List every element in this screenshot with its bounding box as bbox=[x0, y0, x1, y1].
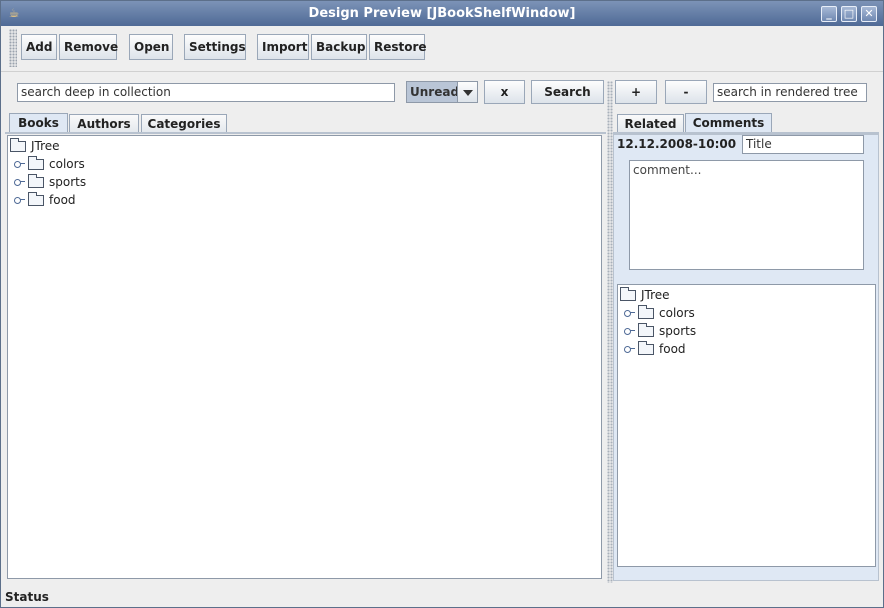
expand-handle-icon[interactable] bbox=[624, 344, 636, 354]
rendered-tree[interactable]: JTree colors sports food bbox=[617, 284, 876, 567]
tree-root[interactable]: JTree bbox=[10, 137, 60, 155]
collection-search-input[interactable]: search deep in collection bbox=[17, 83, 395, 102]
tab-underline bbox=[5, 132, 606, 134]
folder-icon bbox=[28, 173, 44, 188]
folder-icon bbox=[638, 340, 654, 355]
close-button[interactable]: ✕ bbox=[861, 6, 877, 22]
folder-icon bbox=[10, 137, 26, 152]
tree-node-label: food bbox=[659, 342, 686, 356]
remove-node-button[interactable]: - bbox=[665, 80, 707, 104]
title-field[interactable]: Title bbox=[742, 135, 864, 154]
folder-icon bbox=[638, 304, 654, 319]
app-window: ☕ Design Preview [JBookShelfWindow] _ □ … bbox=[0, 0, 884, 608]
tab-categories[interactable]: Categories bbox=[141, 114, 227, 134]
tab-related[interactable]: Related bbox=[617, 114, 684, 134]
tab-authors[interactable]: Authors bbox=[69, 114, 139, 134]
tab-books[interactable]: Books bbox=[9, 113, 68, 134]
status-bar: Status bbox=[5, 590, 49, 604]
tree-node-food[interactable]: food bbox=[624, 340, 686, 358]
tree-node-label: sports bbox=[659, 324, 697, 338]
folder-icon bbox=[28, 155, 44, 170]
title-bar[interactable]: ☕ Design Preview [JBookShelfWindow] _ □ … bbox=[1, 1, 883, 26]
tree-root-label: JTree bbox=[641, 288, 670, 302]
tree-node-sports[interactable]: sports bbox=[624, 322, 696, 340]
minimize-button[interactable]: _ bbox=[821, 6, 837, 22]
tree-root-label: JTree bbox=[31, 139, 60, 153]
maximize-button[interactable]: □ bbox=[841, 6, 857, 22]
restore-button[interactable]: Restore bbox=[369, 34, 427, 60]
tree-node-label: colors bbox=[659, 306, 695, 320]
tree-search-input[interactable]: search in rendered tree bbox=[713, 83, 867, 102]
tree-node-colors[interactable]: colors bbox=[624, 304, 695, 322]
folder-icon bbox=[638, 322, 654, 337]
chevron-down-icon[interactable] bbox=[457, 82, 477, 102]
expand-handle-icon[interactable] bbox=[14, 159, 26, 169]
expand-handle-icon[interactable] bbox=[14, 177, 26, 187]
folder-icon bbox=[28, 191, 44, 206]
folder-icon bbox=[620, 286, 636, 301]
tree-node-label: food bbox=[49, 193, 76, 207]
tree-node-food[interactable]: food bbox=[14, 191, 76, 209]
tree-node-label: sports bbox=[49, 175, 87, 189]
filter-selected-value: Unread bbox=[410, 85, 460, 99]
tree-node-sports[interactable]: sports bbox=[14, 173, 86, 191]
add-button[interactable]: Add bbox=[21, 34, 57, 60]
search-button[interactable]: Search bbox=[531, 80, 604, 104]
remove-button[interactable]: Remove bbox=[59, 34, 118, 60]
comment-date: 12.12.2008-10:00 bbox=[617, 137, 737, 151]
window-title: Design Preview [JBookShelfWindow] bbox=[308, 6, 576, 21]
add-node-button[interactable]: + bbox=[615, 80, 657, 104]
tree-node-colors[interactable]: colors bbox=[14, 155, 85, 173]
toolbar-grip-icon[interactable] bbox=[9, 29, 17, 67]
tree-root[interactable]: JTree bbox=[620, 286, 670, 304]
open-button[interactable]: Open bbox=[129, 34, 173, 60]
tree-node-label: colors bbox=[49, 157, 85, 171]
books-tree[interactable]: JTree colors sports food bbox=[7, 135, 602, 579]
toolbar: Add Remove Open Settings Import Backup R… bbox=[1, 26, 883, 72]
expand-handle-icon[interactable] bbox=[14, 195, 26, 205]
import-button[interactable]: Import bbox=[257, 34, 309, 60]
tab-comments[interactable]: Comments bbox=[685, 113, 772, 134]
comment-textarea[interactable]: comment... bbox=[629, 160, 864, 270]
filter-select[interactable]: Unread bbox=[406, 81, 478, 103]
clear-search-button[interactable]: x bbox=[484, 80, 525, 104]
backup-button[interactable]: Backup bbox=[311, 34, 367, 60]
expand-handle-icon[interactable] bbox=[624, 308, 636, 318]
settings-button[interactable]: Settings bbox=[184, 34, 246, 60]
expand-handle-icon[interactable] bbox=[624, 326, 636, 336]
